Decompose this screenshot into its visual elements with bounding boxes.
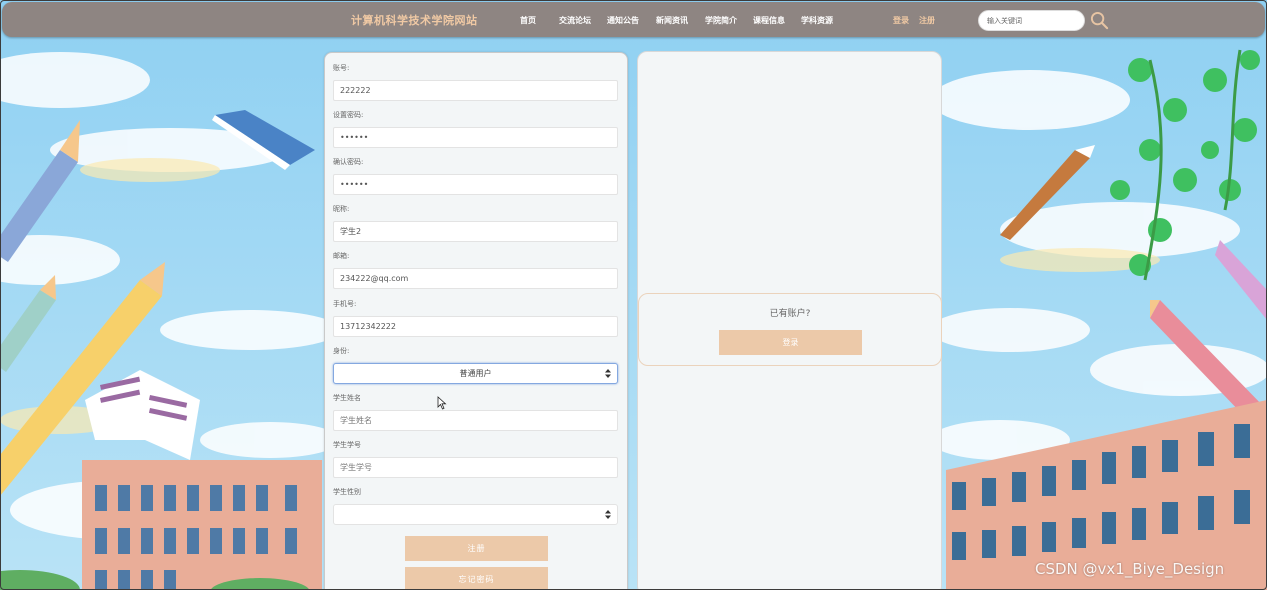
student-name-input[interactable] [333,410,618,431]
nav-home[interactable]: 首页 [520,15,536,26]
search-icon[interactable] [1090,11,1109,30]
gender-select[interactable] [333,504,618,525]
login-link[interactable]: 登录 [893,15,909,26]
student-number-input[interactable] [333,457,618,478]
background-illustration [0,0,1267,590]
watermark: CSDN @vx1_Biye_Design [1035,560,1225,578]
select-arrows-icon [605,369,611,378]
existing-account-box: 已有账户? 登录 [638,293,942,366]
password-label: 设置密码: [333,111,364,119]
select-arrows-icon [605,510,611,519]
gender-label: 学生性别 [333,488,361,496]
existing-account-prompt: 已有账户? [769,309,811,319]
site-title[interactable]: 计算机科学技术学院网站 [351,12,478,28]
register-link[interactable]: 注册 [919,15,935,26]
email-input[interactable] [333,268,618,289]
role-select-value: 普通用户 [459,369,492,378]
register-form: 账号: 设置密码: 确认密码: 昵称: 邮箱: 手机号: 身份: 普通用户 学生… [324,52,628,590]
role-select[interactable]: 普通用户 [333,363,618,384]
nav-forum[interactable]: 交流论坛 [559,15,591,26]
account-input[interactable] [333,80,618,101]
confirm-password-input[interactable] [333,174,618,195]
confirm-password-label: 确认密码: [333,158,364,166]
mouse-cursor-icon [437,396,447,410]
forgot-password-button[interactable]: 忘记密码 [405,567,548,590]
password-input[interactable] [333,127,618,148]
phone-label: 手机号: [333,300,357,308]
nav-college-intro[interactable]: 学院简介 [705,15,737,26]
search-input[interactable] [978,10,1085,31]
side-panel: 已有账户? 登录 [637,51,942,590]
login-button[interactable]: 登录 [719,330,862,355]
nickname-label: 昵称: [333,205,350,213]
student-name-label: 学生姓名 [333,394,361,402]
top-navigation-bar: 计算机科学技术学院网站 首页 交流论坛 通知公告 新闻资讯 学院简介 课程信息 … [2,2,1265,37]
nav-resources[interactable]: 学科资源 [801,15,833,26]
email-label: 邮箱: [333,252,350,260]
nav-notices[interactable]: 通知公告 [607,15,639,26]
phone-input[interactable] [333,316,618,337]
nav-news[interactable]: 新闻资讯 [656,15,688,26]
account-label: 账号: [333,64,350,72]
nav-courses[interactable]: 课程信息 [753,15,785,26]
register-button[interactable]: 注册 [405,536,548,561]
background-scene [0,0,1267,590]
nickname-input[interactable] [333,221,618,242]
student-number-label: 学生学号 [333,441,361,449]
role-label: 身份: [333,347,350,355]
